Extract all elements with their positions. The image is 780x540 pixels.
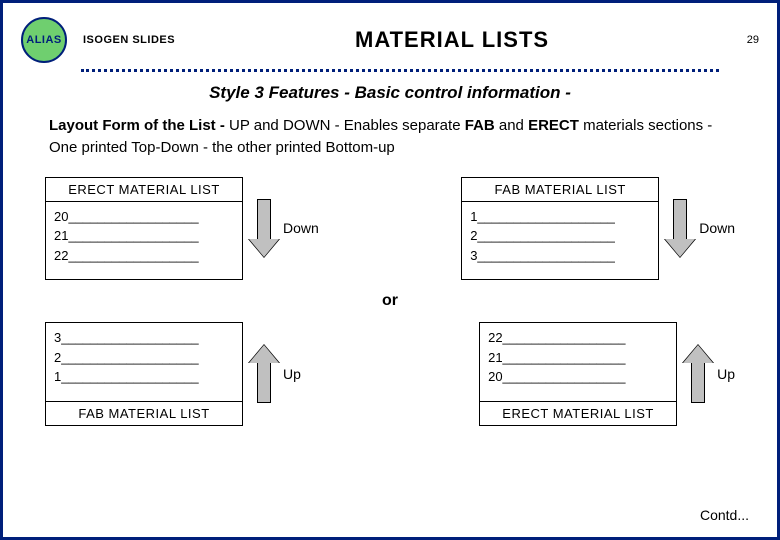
fab-bold: FAB bbox=[465, 117, 495, 134]
slide-frame: ALIAS ISOGEN SLIDES MATERIAL LISTS 29 St… bbox=[0, 0, 780, 540]
arrow-up-left: Up bbox=[249, 345, 301, 403]
erect-list-rows-bottom: 22_________________ 21_________________ … bbox=[480, 323, 676, 401]
up-label-left: Up bbox=[283, 366, 301, 382]
up-arrow-icon bbox=[249, 345, 279, 403]
erect-list-rows: 20__________________ 21_________________… bbox=[46, 202, 242, 280]
top-left-group: ERECT MATERIAL LIST 20__________________… bbox=[45, 177, 319, 281]
arrow-down-right: Down bbox=[665, 199, 735, 257]
down-text: DOWN bbox=[283, 117, 331, 134]
subtitle: Style 3 Features - Basic control informa… bbox=[21, 83, 759, 103]
erect-list-box-top: ERECT MATERIAL LIST 20__________________… bbox=[45, 177, 243, 281]
fab-list-footer: FAB MATERIAL LIST bbox=[46, 401, 242, 425]
diagram-area: ERECT MATERIAL LIST 20__________________… bbox=[45, 177, 735, 426]
body-paragraph: Layout Form of the List - UP and DOWN - … bbox=[49, 115, 731, 159]
mid2: and bbox=[495, 117, 528, 134]
arrow-down-left: Down bbox=[249, 199, 319, 257]
down-label-left: Down bbox=[283, 220, 319, 236]
or-separator: or bbox=[45, 292, 735, 310]
erect-list-header: ERECT MATERIAL LIST bbox=[46, 178, 242, 202]
erect-bold: ERECT bbox=[528, 117, 579, 134]
continued-label: Contd... bbox=[700, 507, 749, 523]
arrow-up-right: Up bbox=[683, 345, 735, 403]
lead-bold: Layout Form of the List - bbox=[49, 117, 225, 134]
fab-list-header: FAB MATERIAL LIST bbox=[462, 178, 658, 202]
fab-list-rows-bottom: 3___________________ 2__________________… bbox=[46, 323, 242, 401]
page-title: MATERIAL LISTS bbox=[185, 27, 719, 53]
fab-list-rows: 1___________________ 2__________________… bbox=[462, 202, 658, 280]
header-row: ALIAS ISOGEN SLIDES MATERIAL LISTS 29 bbox=[21, 17, 759, 63]
up-arrow-icon bbox=[683, 345, 713, 403]
bottom-left-group: 3___________________ 2__________________… bbox=[45, 322, 301, 426]
divider-dotted bbox=[81, 69, 719, 73]
erect-list-box-bottom: 22_________________ 21_________________ … bbox=[479, 322, 677, 426]
mid1: - Enables separate bbox=[330, 117, 464, 134]
up-text: UP bbox=[229, 117, 250, 134]
isogen-label: ISOGEN SLIDES bbox=[83, 34, 175, 46]
erect-list-footer: ERECT MATERIAL LIST bbox=[480, 401, 676, 425]
top-right-group: FAB MATERIAL LIST 1___________________ 2… bbox=[461, 177, 735, 281]
down-arrow-icon bbox=[249, 199, 279, 257]
bottom-row: 3___________________ 2__________________… bbox=[45, 322, 735, 426]
bottom-right-group: 22_________________ 21_________________ … bbox=[479, 322, 735, 426]
down-arrow-icon bbox=[665, 199, 695, 257]
top-row: ERECT MATERIAL LIST 20__________________… bbox=[45, 177, 735, 281]
alias-badge: ALIAS bbox=[21, 17, 67, 63]
fab-list-box-bottom: 3___________________ 2__________________… bbox=[45, 322, 243, 426]
and-text: and bbox=[250, 117, 283, 134]
page-number: 29 bbox=[729, 34, 759, 46]
down-label-right: Down bbox=[699, 220, 735, 236]
up-label-right: Up bbox=[717, 366, 735, 382]
fab-list-box-top: FAB MATERIAL LIST 1___________________ 2… bbox=[461, 177, 659, 281]
